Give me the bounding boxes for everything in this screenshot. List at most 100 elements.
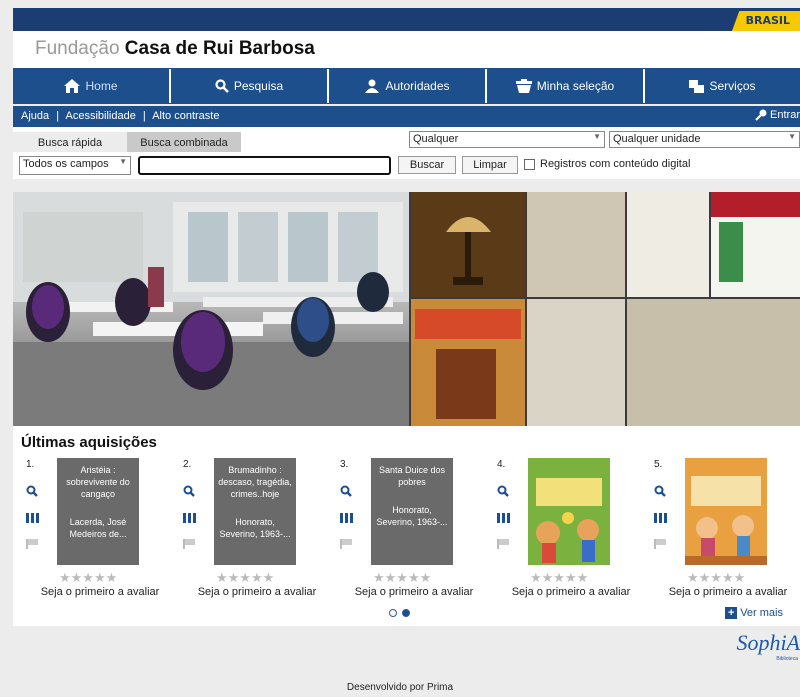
- item-actions: [183, 484, 197, 562]
- acquisition-item: 5. ★★★★★ Seja o primeiro a avaliar: [654, 456, 800, 601]
- gov-badge[interactable]: BRASIL: [746, 14, 790, 27]
- search-icon[interactable]: [26, 484, 40, 510]
- search-icon: [215, 79, 229, 93]
- site-title-bold: Casa de Rui Barbosa: [124, 38, 315, 59]
- flag-icon[interactable]: [654, 536, 668, 562]
- rating-stars[interactable]: ★★★★★: [373, 570, 431, 586]
- users-icon: [365, 79, 380, 93]
- link-ajuda[interactable]: Ajuda: [21, 110, 49, 122]
- nav-home[interactable]: Home: [13, 69, 171, 103]
- material-select[interactable]: Qualquer ▼: [409, 131, 605, 148]
- nav-pesquisa[interactable]: Pesquisa: [171, 69, 329, 103]
- limpar-button[interactable]: Limpar: [462, 156, 518, 174]
- rating-text: Seja o primeiro a avaliar: [668, 586, 788, 598]
- page: BRASIL Fundação Casa de Rui Barbosa Home…: [0, 0, 800, 697]
- site-title[interactable]: Fundação Casa de Rui Barbosa: [35, 38, 315, 60]
- plus-icon: +: [725, 607, 738, 619]
- carousel-dots: [389, 609, 410, 617]
- copies-icon[interactable]: [26, 510, 40, 536]
- magazine-image: [411, 299, 525, 426]
- link-alto-contraste[interactable]: Alto contraste: [152, 110, 219, 122]
- item-actions: [340, 484, 354, 562]
- search-icon[interactable]: [340, 484, 354, 510]
- utility-links: Ajuda | Acessibilidade | Alto contraste: [21, 110, 223, 122]
- search-icon[interactable]: [654, 484, 668, 510]
- sketch-image: [627, 299, 800, 426]
- search-icon[interactable]: [497, 484, 511, 510]
- nav-servicos[interactable]: Serviços: [645, 69, 800, 103]
- rating-stars[interactable]: ★★★★★: [216, 570, 274, 586]
- search-input[interactable]: [138, 156, 391, 175]
- latest-acquisitions: Últimas aquisições 1. Aristéia : sobrevi…: [13, 426, 800, 626]
- lamp-illustration: [446, 217, 491, 285]
- cover-illustration: [528, 458, 610, 565]
- book-cover[interactable]: Aristéia : sobrevivente do cangaço Lacer…: [57, 458, 139, 565]
- sophia-logo[interactable]: SophiA: [736, 630, 800, 656]
- flag-icon[interactable]: [26, 536, 40, 562]
- letter-image: [527, 299, 625, 426]
- cover-author: Honorato, Severino, 1963-...: [219, 517, 291, 539]
- tab-busca-rapida[interactable]: Busca rápida: [13, 132, 127, 152]
- chevron-down-icon: ▼: [788, 132, 796, 141]
- copies-icon[interactable]: [340, 510, 354, 536]
- key-icon: [755, 109, 767, 121]
- hero-banner: [13, 192, 800, 426]
- digital-checkbox[interactable]: [524, 159, 535, 170]
- nav-home-label: Home: [85, 79, 118, 93]
- rating-text: Seja o primeiro a avaliar: [40, 586, 160, 598]
- book-cover[interactable]: [528, 458, 610, 565]
- tab-busca-combinada[interactable]: Busca combinada: [127, 132, 241, 152]
- digital-checkbox-label: Registros com conteúdo digital: [540, 158, 691, 170]
- chevron-down-icon: ▼: [119, 157, 127, 166]
- services-icon: [689, 79, 705, 93]
- rating-stars[interactable]: ★★★★★: [59, 570, 117, 586]
- search-icon[interactable]: [183, 484, 197, 510]
- site-title-light: Fundação: [35, 38, 120, 59]
- magazine-illustration: [415, 309, 521, 419]
- carousel-dot[interactable]: [389, 609, 397, 617]
- cover-title: Aristéia : sobrevivente do cangaço: [66, 465, 130, 499]
- cover-author: Honorato, Severino, 1963-...: [376, 505, 448, 527]
- login-link[interactable]: Entrar: [755, 109, 800, 121]
- acquisition-item: 2. Brumadinho : descaso, tragédia, crime…: [183, 456, 331, 601]
- buscar-button[interactable]: Buscar: [398, 156, 456, 174]
- copies-icon[interactable]: [183, 510, 197, 536]
- flag-icon[interactable]: [340, 536, 354, 562]
- campos-select[interactable]: Todos os campos ▼: [19, 156, 131, 175]
- sophia-logo-sub: Biblioteca: [776, 656, 798, 662]
- nav-minha-selecao[interactable]: Minha seleção: [487, 69, 645, 103]
- nav-servicos-label: Serviços: [709, 79, 756, 93]
- book-cover[interactable]: [685, 458, 767, 565]
- item-number: 4.: [497, 459, 506, 470]
- section-title: Últimas aquisições: [21, 434, 157, 451]
- site-header: Fundação Casa de Rui Barbosa: [13, 31, 800, 68]
- document-image: [527, 192, 625, 297]
- chevron-down-icon: ▼: [593, 132, 601, 141]
- login-label: Entrar: [770, 109, 800, 121]
- ver-mais-link[interactable]: + Ver mais: [725, 607, 783, 619]
- book-cover[interactable]: Brumadinho : descaso, tragédia, crimes..…: [214, 458, 296, 565]
- nav-autoridades-label: Autoridades: [385, 79, 450, 93]
- search-panel: Busca rápida Busca combinada Qualquer ▼ …: [13, 127, 800, 179]
- flag-icon[interactable]: [497, 536, 511, 562]
- item-actions: [497, 484, 511, 562]
- nav-minha-selecao-label: Minha seleção: [536, 79, 615, 93]
- reading-room-image: [13, 192, 409, 426]
- ver-mais-label: Ver mais: [740, 607, 783, 619]
- main-nav: Home Pesquisa Autoridades Minha seleção …: [13, 68, 800, 104]
- copies-icon[interactable]: [497, 510, 511, 536]
- link-acessibilidade[interactable]: Acessibilidade: [66, 110, 136, 122]
- book-cover[interactable]: Santa Duice dos pobres Honorato, Severin…: [371, 458, 453, 565]
- copies-icon[interactable]: [654, 510, 668, 536]
- gov-bar: BRASIL: [13, 8, 800, 31]
- rating-stars[interactable]: ★★★★★: [687, 570, 745, 586]
- flag-icon[interactable]: [183, 536, 197, 562]
- book-page-image: [711, 192, 800, 297]
- nav-autoridades[interactable]: Autoridades: [329, 69, 487, 103]
- carousel-dot-active[interactable]: [402, 609, 410, 617]
- rating-stars[interactable]: ★★★★★: [530, 570, 588, 586]
- acquisition-item: 4. ★★★★★ Seja o primeiro a avaliar: [497, 456, 645, 601]
- unidade-select[interactable]: Qualquer unidade ▼: [609, 131, 800, 148]
- item-actions: [26, 484, 40, 562]
- unidade-select-value: Qualquer unidade: [613, 133, 701, 145]
